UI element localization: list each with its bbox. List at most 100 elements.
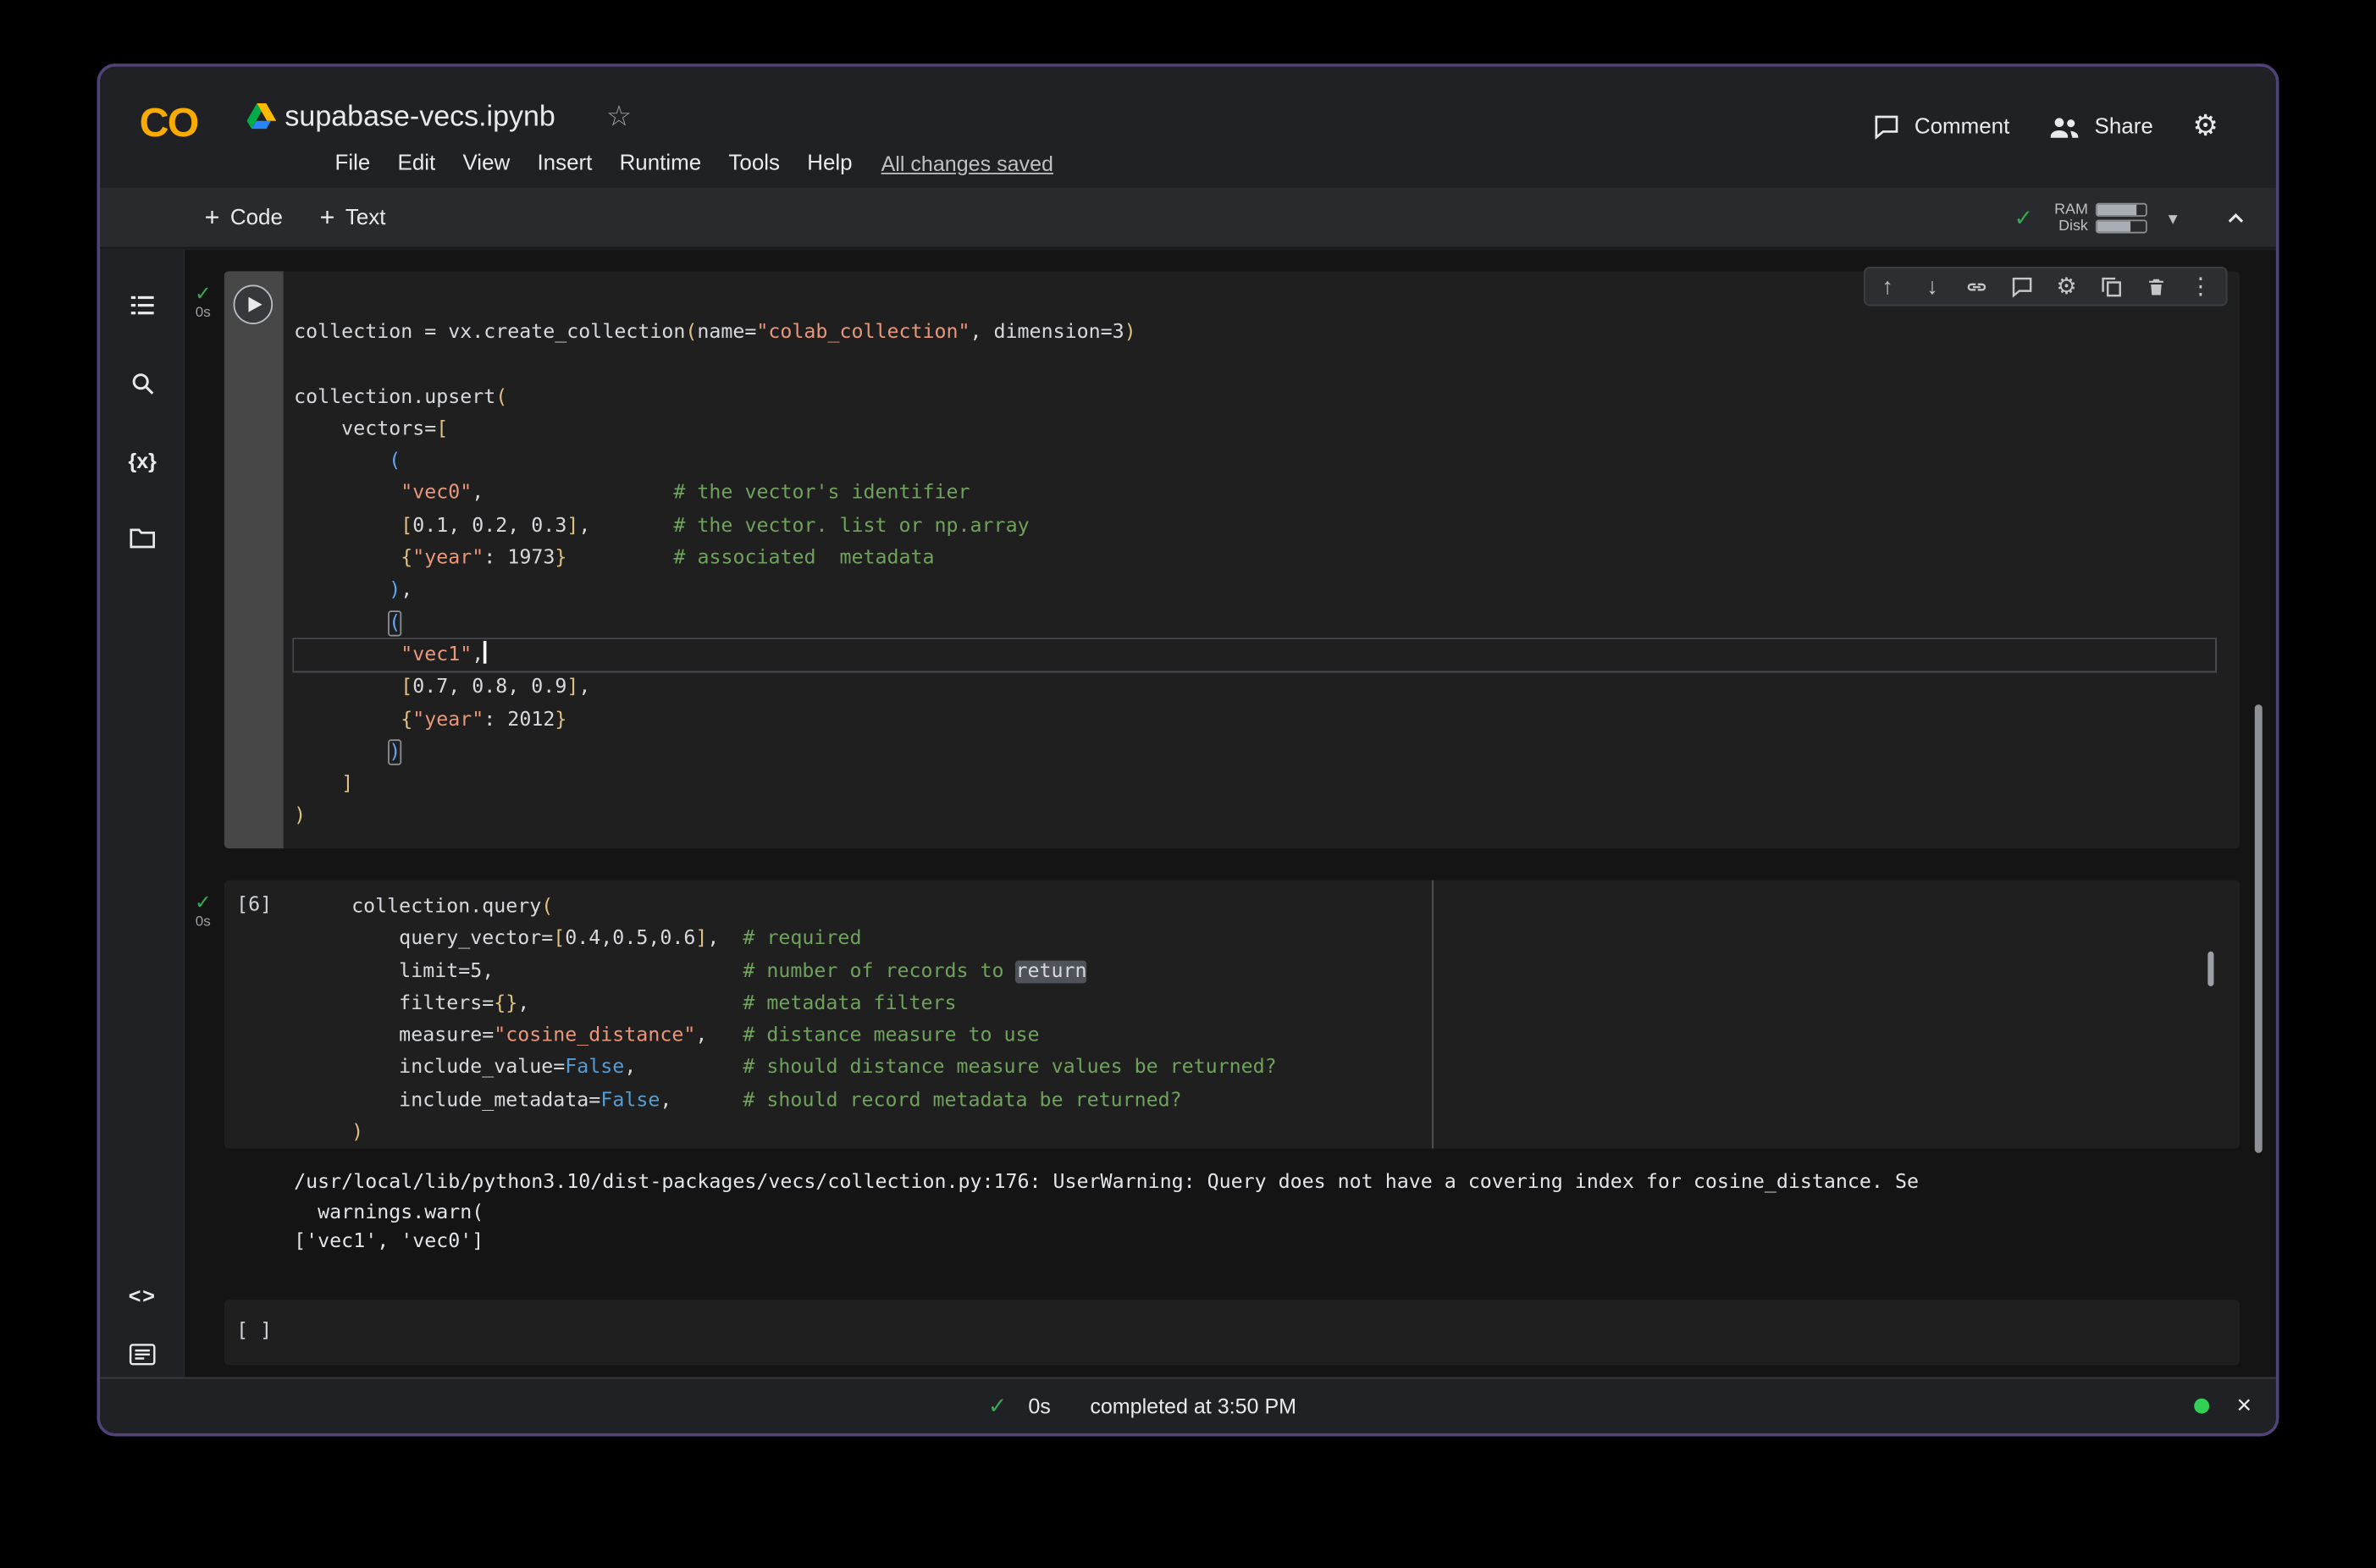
cell2-code-editor[interactable]: collection.query( query_vector=[0.4,0.5,… — [351, 891, 2185, 1149]
table-of-contents-icon[interactable] — [100, 292, 185, 317]
left-sidebar: {x} <> — [100, 250, 185, 1377]
cell2-status: ✓ 0s — [185, 892, 223, 932]
code-line[interactable] — [294, 349, 2215, 381]
code-line[interactable]: "vec0", # the vector's identifier — [294, 478, 2215, 511]
add-code-label: Code — [230, 206, 283, 230]
save-status[interactable]: All changes saved — [881, 152, 1053, 176]
play-icon — [248, 297, 262, 312]
more-cell-actions-icon[interactable]: ⋮ — [2178, 268, 2223, 305]
cell-scrollbar-thumb[interactable] — [2207, 952, 2213, 986]
cell-success-check-icon: ✓ — [185, 284, 223, 305]
cell1-code-editor[interactable]: collection = vx.create_collection(name="… — [294, 317, 2215, 833]
plus-icon: + — [205, 203, 220, 234]
copy-link-to-cell-icon[interactable] — [1954, 268, 1999, 305]
code-line[interactable]: [0.1, 0.2, 0.3], # the vector. list or n… — [294, 511, 2215, 543]
header-actions: Comment Share ⚙ — [1874, 109, 2219, 144]
status-right-group: × — [2194, 1378, 2252, 1433]
output-line: warnings.warn( — [294, 1198, 2234, 1228]
code-snippets-icon[interactable]: <> — [100, 1284, 185, 1308]
text-cursor — [483, 641, 486, 664]
notebook-scrollbar-thumb[interactable] — [2255, 704, 2263, 1153]
code-line[interactable]: filters={}, # metadata filters — [351, 988, 2185, 1020]
resource-monitor[interactable]: RAM Disk — [2054, 202, 2147, 235]
code-line[interactable]: ) — [294, 801, 2215, 833]
code-line[interactable]: include_value=False, # should distance m… — [351, 1052, 2185, 1085]
code-line[interactable]: ) — [294, 736, 2215, 768]
cell-run-strip — [224, 271, 284, 848]
resources-dropdown-icon[interactable]: ▾ — [2169, 207, 2178, 229]
status-check-icon: ✓ — [988, 1393, 1008, 1420]
colab-logo[interactable]: CO — [140, 100, 198, 146]
code-line[interactable]: measure="cosine_distance", # distance me… — [351, 1020, 2185, 1052]
code-cell-3[interactable]: [ ] — [224, 1300, 2240, 1365]
move-cell-up-icon[interactable]: ↑ — [1865, 268, 1910, 305]
files-icon[interactable] — [100, 526, 185, 550]
code-line[interactable]: [0.7, 0.8, 0.9], — [294, 671, 2215, 704]
output-line: ['vec1', 'vec0'] — [294, 1228, 2234, 1257]
notebook-toolbar: + Code + Text ✓ RAM Disk — [100, 188, 2276, 249]
move-cell-down-icon[interactable]: ↓ — [1910, 268, 1955, 305]
menu-help[interactable]: Help — [793, 152, 866, 176]
code-line[interactable]: "vec1", — [294, 639, 2215, 671]
code-line[interactable]: query_vector=[0.4,0.5,0.6], # required — [351, 923, 2185, 955]
code-cell-1: collection = vx.create_collection(name="… — [224, 271, 2240, 848]
app-header: CO supabase-vecs.ipynb ☆ File Edit View … — [100, 67, 2276, 188]
menu-insert[interactable]: Insert — [523, 152, 605, 176]
share-button[interactable]: Share — [2049, 113, 2153, 139]
code-line[interactable]: {"year": 1973} # associated metadata — [294, 543, 2215, 575]
code-line[interactable]: ) — [351, 1117, 2185, 1149]
delete-cell-icon[interactable] — [2134, 268, 2179, 305]
code-line[interactable]: limit=5, # number of records to return — [351, 955, 2185, 987]
status-bar: ✓ 0s completed at 3:50 PM × — [100, 1378, 2276, 1433]
star-icon[interactable]: ☆ — [606, 100, 633, 135]
disk-usage-bar — [2096, 219, 2147, 233]
collapse-header-icon[interactable] — [2223, 205, 2248, 230]
search-icon[interactable] — [100, 370, 185, 397]
code-line[interactable]: vectors=[ — [294, 413, 2215, 445]
code-line[interactable]: ), — [294, 575, 2215, 607]
menu-tools[interactable]: Tools — [715, 152, 793, 176]
cell2-output: /usr/local/lib/python3.10/dist-packages/… — [294, 1168, 2234, 1257]
settings-gear-icon[interactable]: ⚙ — [2192, 109, 2219, 144]
code-cell-2: [6] collection.query( query_vector=[0.4,… — [224, 881, 2240, 1149]
code-line[interactable]: {"year": 2012} — [294, 704, 2215, 736]
run-cell-button[interactable] — [234, 284, 274, 324]
notebook-title[interactable]: supabase-vecs.ipynb — [285, 102, 555, 135]
menu-view[interactable]: View — [449, 152, 523, 176]
code-line[interactable]: ( — [294, 445, 2215, 478]
add-comment-icon[interactable] — [1999, 268, 2044, 305]
menu-runtime[interactable]: Runtime — [605, 152, 715, 176]
add-code-button[interactable]: + Code — [205, 188, 283, 249]
runtime-connected-check-icon: ✓ — [2014, 205, 2034, 232]
menu-edit[interactable]: Edit — [384, 152, 449, 176]
code-line[interactable]: include_metadata=False, # should record … — [351, 1085, 2185, 1117]
menu-file[interactable]: File — [321, 152, 384, 176]
cell-settings-gear-icon[interactable]: ⚙ — [2044, 268, 2089, 305]
colab-window: CO supabase-vecs.ipynb ☆ File Edit View … — [97, 63, 2279, 1436]
cell-toolbar: ↑ ↓ ⚙ ⋮ — [1864, 267, 2227, 306]
code-line[interactable]: collection = vx.create_collection(name="… — [294, 317, 2215, 349]
code-line[interactable]: collection.query( — [351, 891, 2185, 923]
add-text-label: Text — [345, 206, 386, 230]
code-line[interactable]: collection.upsert( — [294, 381, 2215, 413]
cell-success-check-icon: ✓ — [185, 892, 223, 914]
mirror-cell-icon[interactable] — [2089, 268, 2134, 305]
add-text-button[interactable]: + Text — [320, 188, 386, 249]
code-line[interactable]: ( — [294, 607, 2215, 639]
close-status-icon[interactable]: × — [2236, 1391, 2252, 1422]
command-palette-icon[interactable] — [100, 1342, 185, 1366]
comment-button[interactable]: Comment — [1874, 113, 2010, 139]
variables-icon[interactable]: {x} — [100, 449, 185, 473]
ram-label: RAM — [2054, 202, 2088, 218]
connection-status-dot — [2194, 1399, 2209, 1414]
execution-count: [ ] — [236, 1320, 272, 1343]
cell-exec-time: 0s — [185, 305, 223, 323]
disk-label: Disk — [2054, 218, 2088, 235]
comment-bubble-icon — [1874, 113, 1901, 139]
code-line[interactable]: ] — [294, 769, 2215, 801]
output-line: /usr/local/lib/python3.10/dist-packages/… — [294, 1168, 2234, 1198]
editor-divider — [1432, 881, 1434, 1149]
cell1-status: ✓ 0s — [185, 284, 223, 323]
notebook-scroll-area: ✓ 0s collection = vx.create_collection(n… — [185, 250, 2276, 1377]
execution-count: [6] — [236, 894, 272, 917]
